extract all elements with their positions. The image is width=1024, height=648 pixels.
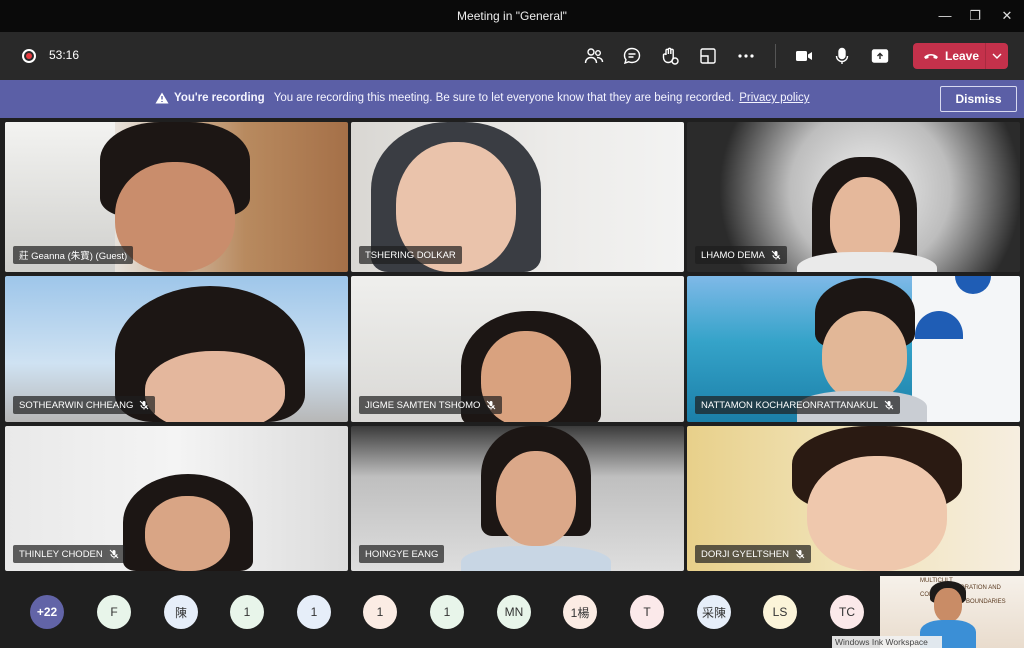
recording-banner: You're recording You are recording this … [0,80,1024,118]
restore-icon[interactable]: ❐ [964,6,986,26]
participant-name: JIGME SAMTEN TSHOMO [365,399,481,411]
phone-hangup-icon [924,54,938,59]
meeting-timer: 53:16 [49,48,80,62]
dismiss-button[interactable]: Dismiss [940,86,1017,112]
banner-heading: You're recording [174,92,265,104]
share-screen-icon[interactable] [868,44,892,68]
video-tile[interactable]: NATTAMON KOCHAREONRATTANAKUL [687,276,1020,422]
banner-message: You are recording this meeting. Be sure … [273,92,735,104]
participant-name-tag: 莊 Geanna (朱寶) (Guest) [13,246,134,264]
participant-name: DORJI GYELTSHEN [701,548,789,560]
chat-icon[interactable] [620,44,644,68]
participant-name: THINLEY CHODEN [19,548,103,560]
slide-line: ORATION AND [960,585,1001,591]
minimize-icon[interactable]: — [934,6,956,26]
participant-name: SOTHEARWIN CHHEANG [19,399,134,411]
microphone-icon[interactable] [830,44,854,68]
windows-ink-label: Windows Ink Workspace [832,636,942,648]
participant-name: HOINGYE EANG [365,548,439,560]
leave-button[interactable]: Leave [913,43,985,69]
video-tile[interactable]: DORJI GYELTSHEN [687,426,1020,571]
participant-avatar[interactable]: 陳 [164,595,198,629]
participant-avatar[interactable]: 采陳 [697,595,731,629]
participant-avatar[interactable]: LS [763,595,797,629]
title-bar: Meeting in "General" — ❐ ✕ [0,0,1024,32]
mic-off-icon [109,549,119,559]
participant-name-tag: THINLEY CHODEN [13,545,125,563]
participant-avatar[interactable]: 1 [430,595,464,629]
video-tile[interactable]: TSHERING DOLKAR [351,122,684,272]
privacy-policy-link[interactable]: Privacy policy [739,92,809,104]
toolbar-divider [775,44,776,68]
participant-avatar[interactable]: 1 [230,595,264,629]
camera-icon[interactable] [792,44,816,68]
mic-off-icon [487,400,496,410]
mic-off-icon [795,549,805,559]
participant-name-tag: DORJI GYELTSHEN [695,545,811,563]
meeting-toolbar: 53:16 Leave [0,32,1024,80]
participant-name-tag: LHAMO DEMA [695,246,787,264]
video-tile[interactable]: 莊 Geanna (朱寶) (Guest) [5,122,348,272]
breakout-rooms-icon[interactable] [696,44,720,68]
leave-options-chevron-down-icon[interactable] [985,43,1008,69]
warning-icon [155,92,169,104]
participant-avatar[interactable]: 1楊 [563,595,597,629]
participant-avatar[interactable]: F [97,595,131,629]
participant-name: NATTAMON KOCHAREONRATTANAKUL [701,399,879,411]
people-icon[interactable] [582,44,606,68]
recording-indicator-icon [22,49,36,63]
window-title: Meeting in "General" [457,9,567,23]
more-options-icon[interactable] [734,44,758,68]
participant-name-tag: NATTAMON KOCHAREONRATTANAKUL [695,396,901,414]
video-tile[interactable]: THINLEY CHODEN [5,426,348,571]
close-icon[interactable]: ✕ [996,6,1018,26]
participant-name: 莊 Geanna (朱寶) (Guest) [19,251,128,262]
participant-name-tag: SOTHEARWIN CHHEANG [13,396,156,414]
reactions-icon[interactable] [658,44,682,68]
participant-name-tag: TSHERING DOLKAR [359,246,462,264]
participant-name-tag: HOINGYE EANG [359,545,445,563]
video-tile[interactable]: LHAMO DEMA [687,122,1020,272]
leave-label: Leave [945,49,980,63]
participant-name: TSHERING DOLKAR [365,249,456,261]
participant-avatar[interactable]: 1 [363,595,397,629]
participant-avatar[interactable]: T [630,595,664,629]
mic-off-icon [884,400,894,410]
video-tile[interactable]: HOINGYE EANG [351,426,684,571]
video-grid: 莊 Geanna (朱寶) (Guest) TSHERING DOLKAR LH… [0,118,1024,574]
video-tile[interactable]: SOTHEARWIN CHHEANG [5,276,348,422]
participant-avatar[interactable]: 1 [297,595,331,629]
participant-name: LHAMO DEMA [701,249,765,261]
participant-avatar[interactable]: MN [497,595,531,629]
slide-line: D BOUNDARIES [960,599,1006,605]
more-participants-button[interactable]: +22 [30,595,64,629]
participant-avatar[interactable]: TC [830,595,864,629]
mic-off-icon [140,400,149,410]
video-tile[interactable]: JIGME SAMTEN TSHOMO [351,276,684,422]
participant-name-tag: JIGME SAMTEN TSHOMO [359,396,503,414]
mic-off-icon [771,250,781,260]
